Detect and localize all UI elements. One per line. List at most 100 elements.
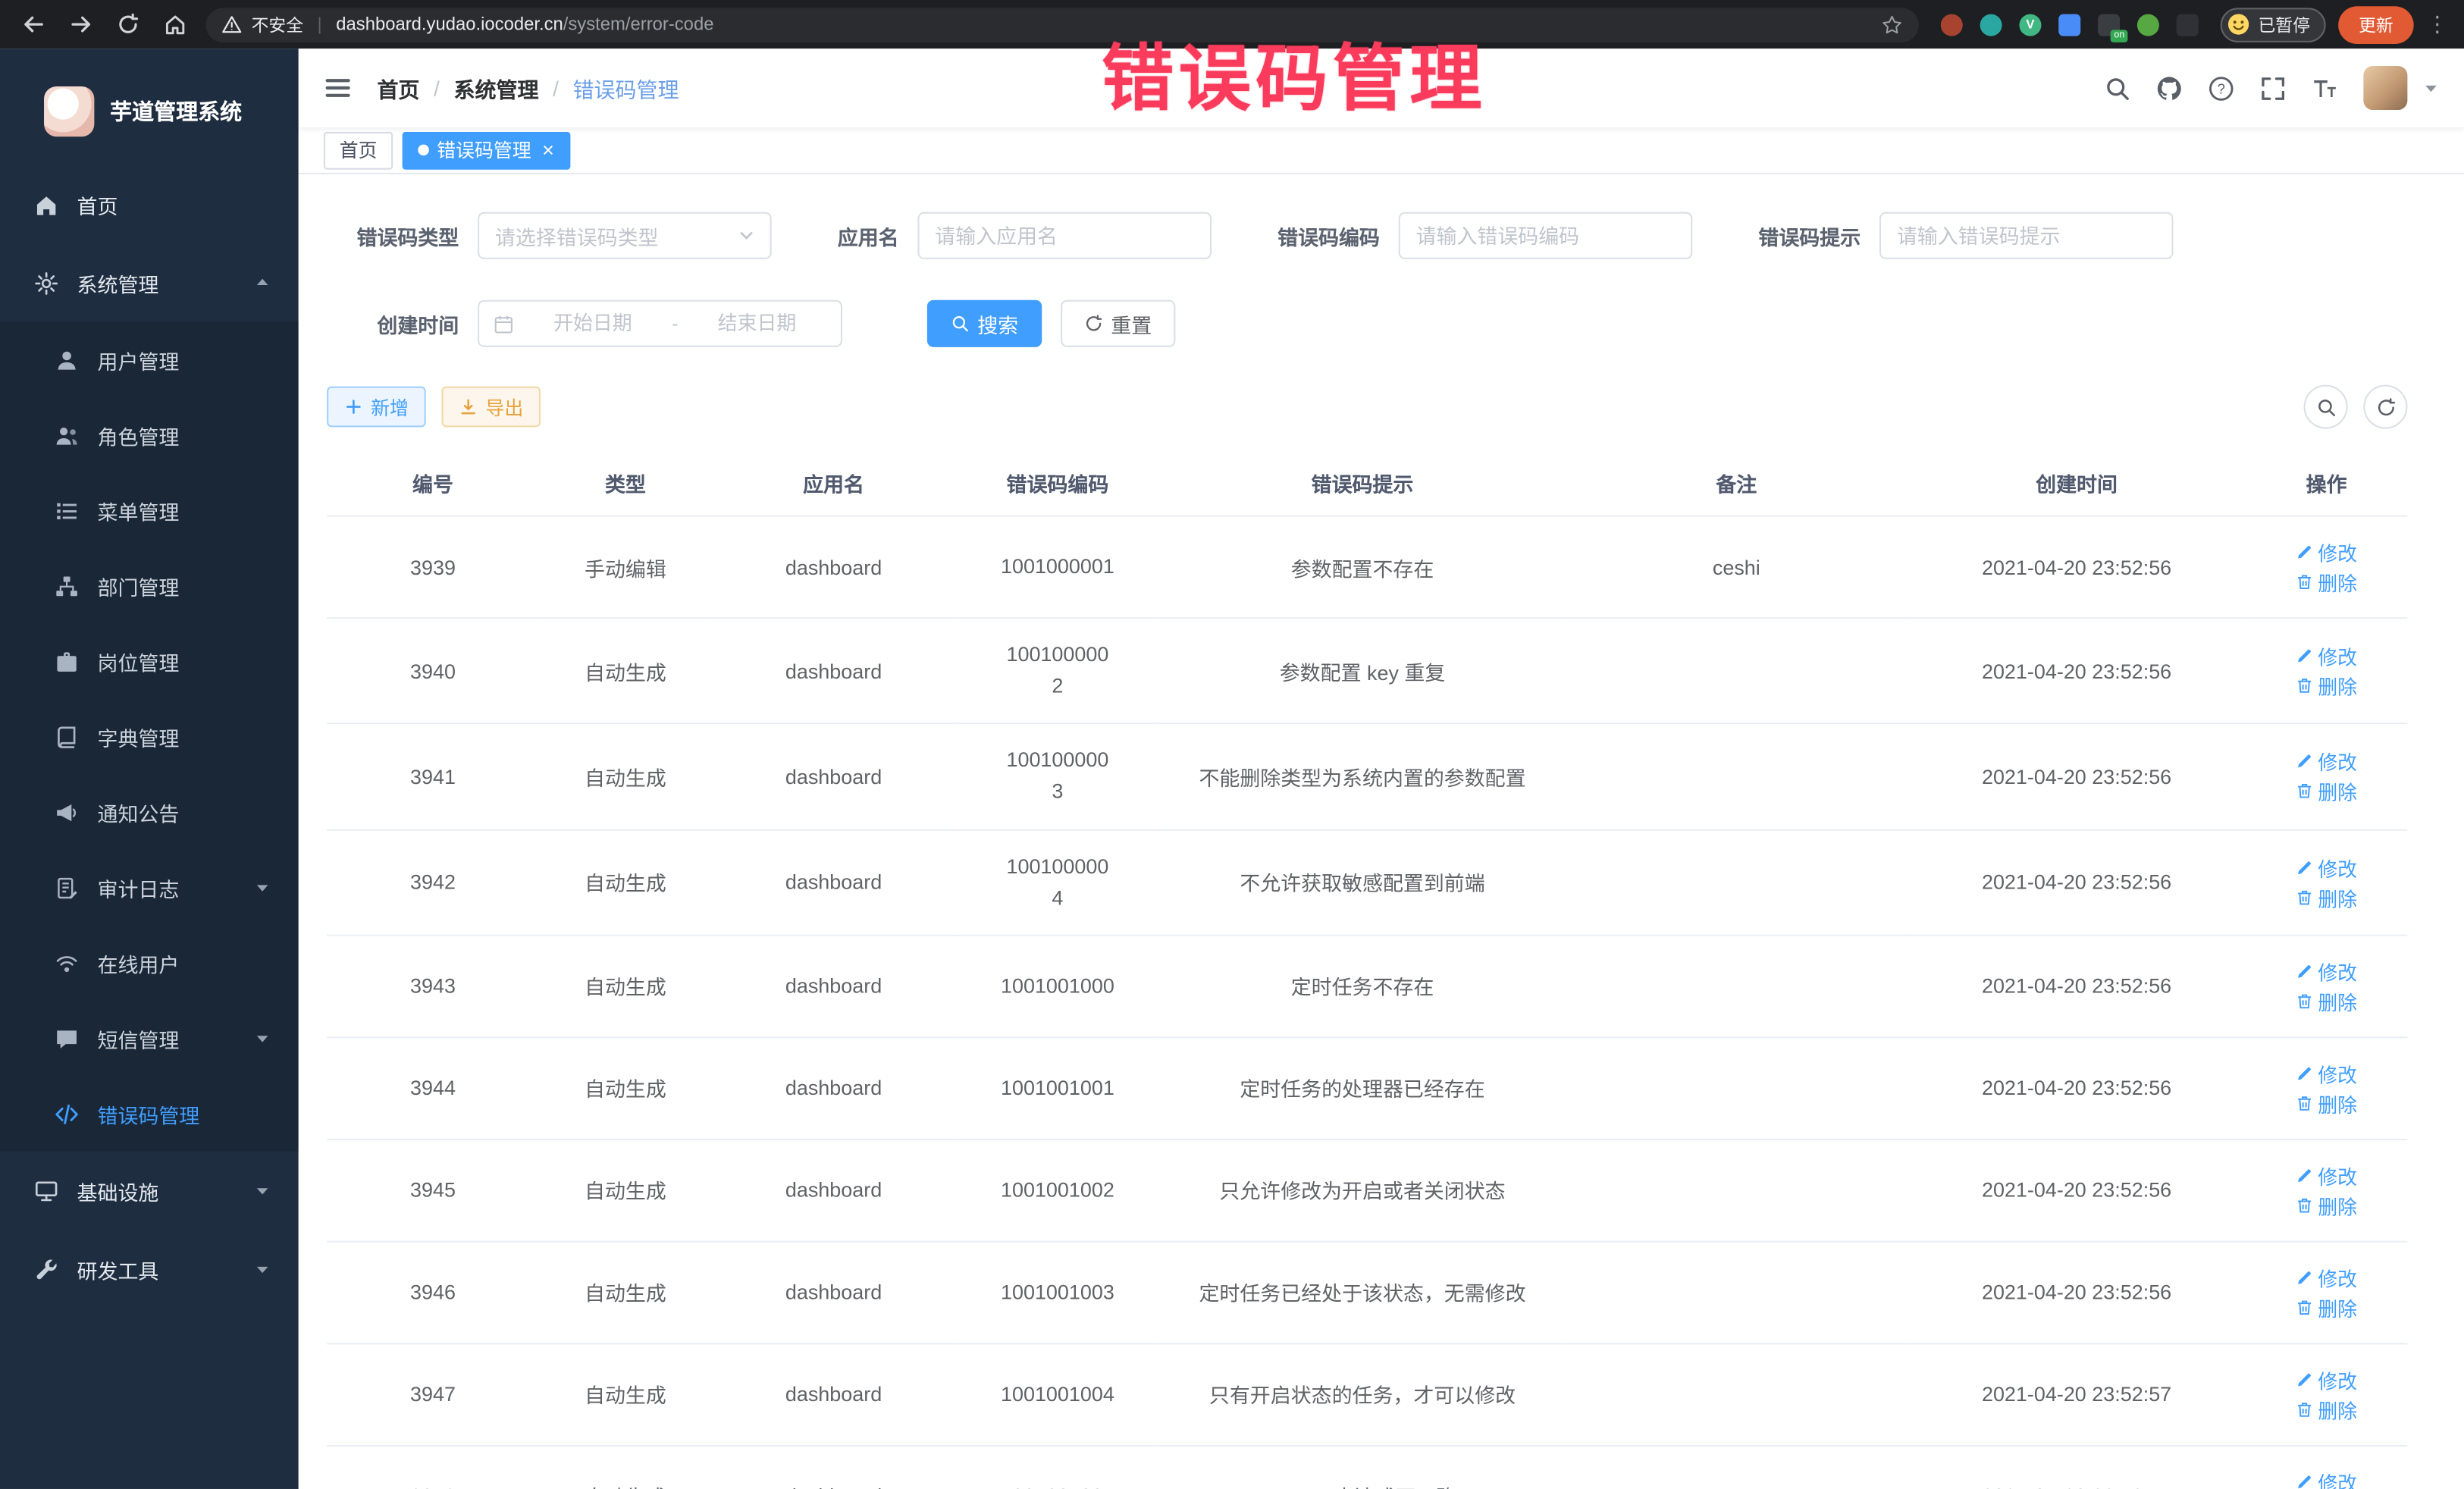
- user-avatar-image[interactable]: [2363, 66, 2407, 110]
- sidebar-item-audit-log[interactable]: 审计日志: [0, 850, 299, 925]
- sidebar-item-online-users[interactable]: 在线用户: [0, 925, 299, 1000]
- font-size-icon[interactable]: [2312, 74, 2338, 101]
- hamburger-icon[interactable]: [324, 74, 352, 102]
- cell-code: 1001001002: [955, 1139, 1159, 1242]
- cell-actions: 修改删除: [2246, 829, 2407, 935]
- chrome-update-button[interactable]: 更新: [2338, 5, 2413, 43]
- github-icon[interactable]: [2156, 74, 2183, 101]
- edit-link[interactable]: 修改: [2296, 956, 2357, 986]
- tag-home[interactable]: 首页: [324, 131, 393, 169]
- sidebar-item-home[interactable]: 首页: [0, 165, 299, 244]
- fullscreen-icon[interactable]: [2260, 74, 2287, 101]
- sidebar-item-users[interactable]: 用户管理: [0, 322, 299, 397]
- teal-extension-icon[interactable]: [1980, 14, 2002, 36]
- delete-link[interactable]: 删除: [2296, 1088, 2357, 1118]
- edit-link[interactable]: 修改: [2296, 641, 2357, 671]
- cell-message: 不允许获取敏感配置到前端: [1160, 829, 1566, 935]
- omnibox-separator: |: [318, 15, 322, 34]
- search-button[interactable]: 搜索: [927, 300, 1042, 347]
- col-note: 备注: [1565, 451, 1908, 516]
- role-icon: [55, 423, 79, 447]
- sidebar-item-depts[interactable]: 部门管理: [0, 548, 299, 623]
- toolbar-right-icons: [2304, 385, 2408, 429]
- cell-id: 3942: [327, 829, 539, 935]
- green-extension-icon[interactable]: [2137, 14, 2159, 36]
- browser-forward-icon[interactable]: [69, 13, 92, 36]
- breadcrumb-system[interactable]: 系统管理: [454, 72, 539, 103]
- delete-link[interactable]: 删除: [2296, 1293, 2357, 1322]
- browser-home-icon[interactable]: [164, 13, 187, 36]
- plus-icon: [344, 397, 363, 416]
- sidebar-item-devtools[interactable]: 研发工具: [0, 1230, 299, 1309]
- vue-devtools-extension-icon[interactable]: V: [2019, 14, 2041, 36]
- cell-app: dashboard: [712, 516, 955, 619]
- sidebar-item-roles[interactable]: 角色管理: [0, 397, 299, 472]
- error-type-select[interactable]: 请选择错误码类型: [478, 212, 772, 259]
- add-button[interactable]: 新增: [327, 387, 426, 428]
- edit-link[interactable]: 修改: [2296, 1467, 2357, 1489]
- help-icon[interactable]: ?: [2208, 74, 2234, 101]
- tag-close-icon[interactable]: ×: [542, 139, 554, 160]
- profile-paused-badge[interactable]: 已暂停: [2221, 7, 2326, 42]
- error-type-label: 错误码类型: [327, 221, 459, 250]
- reset-button[interactable]: 重置: [1061, 300, 1175, 347]
- edit-link[interactable]: 修改: [2296, 852, 2357, 882]
- header-search-icon[interactable]: [2104, 74, 2130, 101]
- sidebar-item-dict[interactable]: 字典管理: [0, 699, 299, 774]
- edit-link[interactable]: 修改: [2296, 1058, 2357, 1088]
- error-code-input[interactable]: [1399, 212, 1693, 259]
- delete-link[interactable]: 删除: [2296, 986, 2357, 1016]
- avatar-caret-icon[interactable]: [2423, 80, 2439, 96]
- puzzle-extension-icon[interactable]: [2177, 14, 2199, 36]
- breadcrumb-home[interactable]: 首页: [377, 72, 419, 103]
- delete-link[interactable]: 删除: [2296, 882, 2357, 912]
- sidebar-item-label: 研发工具: [77, 1254, 159, 1284]
- app-name-input[interactable]: [917, 212, 1212, 259]
- refresh-table-icon[interactable]: [2363, 385, 2407, 429]
- caret-up-icon: [255, 275, 271, 291]
- sidebar-item-notice[interactable]: 通知公告: [0, 774, 299, 849]
- switch-extension-icon[interactable]: on: [2098, 14, 2120, 36]
- sidebar-item-infra[interactable]: 基础设施: [0, 1152, 299, 1230]
- toggle-search-icon[interactable]: [2304, 385, 2348, 429]
- edit-link[interactable]: 修改: [2296, 1262, 2357, 1292]
- error-message-input[interactable]: [1879, 212, 2174, 259]
- delete-link[interactable]: 删除: [2296, 1394, 2357, 1424]
- blue-grid-extension-icon[interactable]: [2058, 14, 2080, 36]
- end-date-input[interactable]: [688, 312, 826, 334]
- edit-link[interactable]: 修改: [2296, 538, 2357, 567]
- tag-error-code[interactable]: 错误码管理×: [403, 131, 570, 169]
- sidebar-item-posts[interactable]: 岗位管理: [0, 623, 299, 698]
- cell-code: 1001000001: [955, 516, 1159, 619]
- bookmark-star-icon[interactable]: [1881, 14, 1903, 36]
- sidebar-item-sms[interactable]: 短信管理: [0, 1001, 299, 1076]
- app-logo[interactable]: 芋道管理系统: [0, 49, 299, 165]
- browser-back-icon[interactable]: [22, 13, 45, 36]
- delete-link[interactable]: 删除: [2296, 776, 2357, 806]
- date-range-picker[interactable]: -: [478, 300, 842, 347]
- sidebar-item-system[interactable]: 系统管理: [0, 243, 299, 322]
- delete-link[interactable]: 删除: [2296, 671, 2357, 701]
- sidebar-item-error-code[interactable]: 错误码管理: [0, 1076, 299, 1151]
- red-circle-extension-icon[interactable]: [1941, 14, 1963, 36]
- start-date-input[interactable]: [523, 312, 662, 334]
- browser-menu-icon[interactable]: ⋮: [2426, 13, 2448, 36]
- delete-link[interactable]: 删除: [2296, 1190, 2357, 1220]
- export-button[interactable]: 导出: [441, 387, 541, 428]
- cell-type: 自动生成: [539, 724, 712, 829]
- filter-item-time: 创建时间 -: [327, 300, 842, 347]
- sidebar-item-menus[interactable]: 菜单管理: [0, 473, 299, 548]
- edit-link[interactable]: 修改: [2296, 1365, 2357, 1394]
- date-range-separator: -: [672, 312, 678, 334]
- table-row: 3944 自动生成 dashboard 1001001001 定时任务的处理器已…: [327, 1037, 2407, 1139]
- filter-item-type: 错误码类型 请选择错误码类型: [327, 212, 772, 259]
- trash-icon: [2296, 1299, 2313, 1316]
- browser-reload-icon[interactable]: [116, 13, 140, 36]
- delete-link[interactable]: 删除: [2296, 567, 2357, 597]
- sidebar-item-label: 用户管理: [98, 345, 180, 375]
- cell-id: 3943: [327, 935, 539, 1037]
- address-bar[interactable]: 不安全 | dashboard.yudao.iocoder.cn/system/…: [206, 7, 1919, 42]
- edit-link[interactable]: 修改: [2296, 747, 2357, 776]
- edit-link[interactable]: 修改: [2296, 1161, 2357, 1190]
- logo-avatar-image: [44, 86, 94, 136]
